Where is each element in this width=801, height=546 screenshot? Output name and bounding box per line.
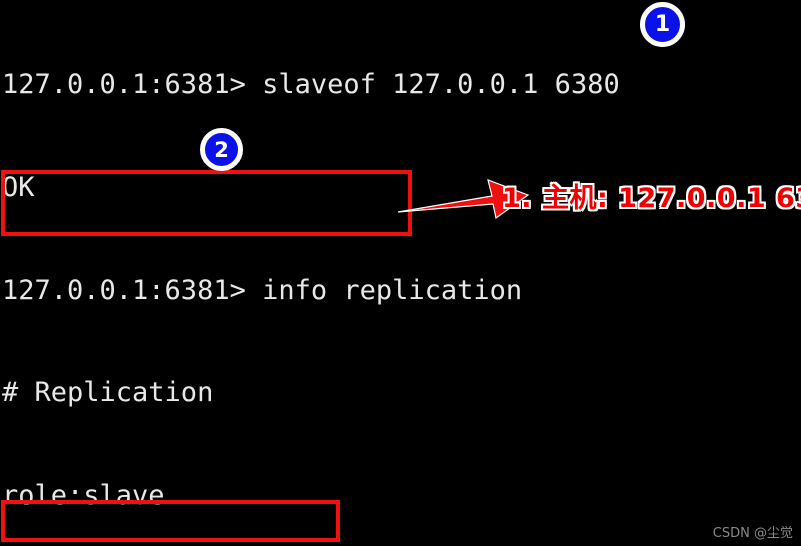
- terminal-line: 127.0.0.1:6381> info replication: [2, 274, 523, 306]
- terminal-output: 127.0.0.1:6381> slaveof 127.0.0.1 6380 O…: [2, 0, 801, 546]
- terminal-line: 127.0.0.1:6381> slaveof 127.0.0.1 6380: [2, 69, 620, 101]
- watermark: CSDN @尘觉: [712, 526, 793, 541]
- terminal-line: # Replication: [2, 377, 214, 409]
- step-badge-1: 1: [640, 2, 685, 47]
- step-badge-2: 2: [200, 128, 243, 171]
- annotation-caption: 1. 主机: 127.0.0.1 6380: [502, 183, 801, 214]
- terminal-line: role:slave: [2, 479, 165, 511]
- terminal-screenshot: 127.0.0.1:6381> slaveof 127.0.0.1 6380 O…: [0, 0, 801, 546]
